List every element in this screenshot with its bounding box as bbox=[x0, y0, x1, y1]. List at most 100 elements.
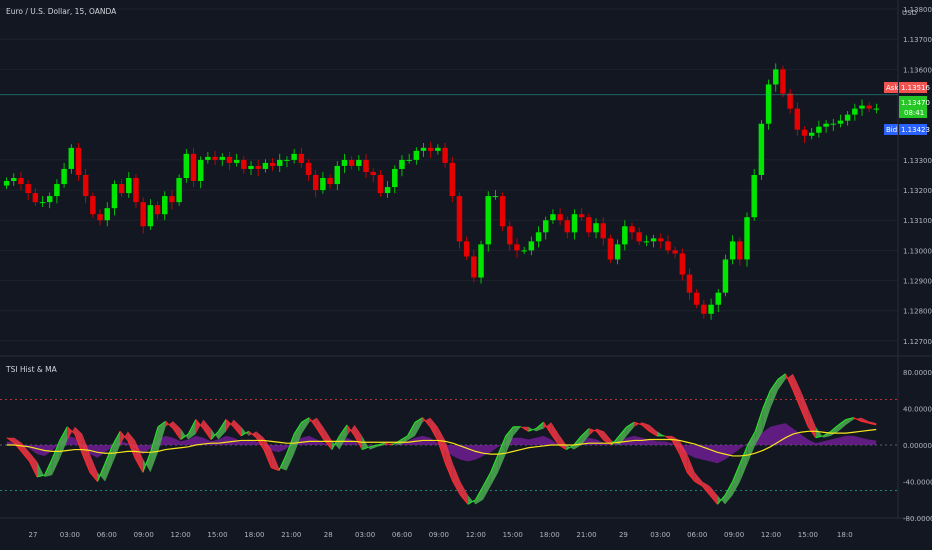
candle-body bbox=[46, 196, 53, 203]
candle-body bbox=[241, 159, 247, 169]
candle-body bbox=[3, 181, 10, 186]
candle-body bbox=[277, 159, 283, 166]
currency-label: USD bbox=[902, 9, 917, 17]
time-tick-label: 09:00 bbox=[429, 531, 449, 539]
candle-body bbox=[837, 120, 844, 124]
candle-body bbox=[384, 187, 391, 194]
candle-body bbox=[844, 114, 851, 121]
chart-canvas[interactable]: 1.138001.137001.136001.133001.132001.131… bbox=[0, 0, 932, 550]
time-tick-label: 12:00 bbox=[466, 531, 486, 539]
candle-body bbox=[751, 174, 757, 218]
candle-body bbox=[499, 196, 506, 227]
candle-body bbox=[557, 214, 563, 221]
candle-body bbox=[284, 159, 290, 161]
candle-body bbox=[514, 244, 520, 251]
candle-body bbox=[722, 259, 729, 293]
candle-body bbox=[197, 159, 204, 182]
indicator-title[interactable]: TSI Hist & MA bbox=[5, 365, 58, 374]
candle-body bbox=[75, 147, 82, 175]
time-tick-label: 06:00 bbox=[687, 531, 707, 539]
time-tick-label: 27 bbox=[29, 531, 38, 539]
time-tick-label: 18:0 bbox=[837, 531, 853, 539]
candle-body bbox=[226, 156, 233, 163]
price-tick-label: 1.13000 bbox=[903, 247, 932, 255]
price-tick-label: 1.13200 bbox=[903, 187, 932, 195]
time-tick-label: 28 bbox=[324, 531, 333, 539]
candle-body bbox=[593, 223, 599, 233]
candle-body bbox=[18, 178, 24, 185]
candle-body bbox=[61, 168, 67, 185]
candle-body bbox=[219, 156, 225, 160]
candle-body bbox=[600, 223, 606, 239]
candle-body bbox=[111, 184, 118, 209]
candle-body bbox=[305, 162, 312, 175]
time-tick-label: 03:00 bbox=[60, 531, 80, 539]
time-tick-label: 03:00 bbox=[355, 531, 375, 539]
candle-body bbox=[622, 226, 628, 245]
candle-body bbox=[816, 126, 822, 133]
indicator-tick-label: -40.00000 bbox=[903, 479, 932, 487]
candle-body bbox=[564, 220, 571, 233]
candle-body bbox=[744, 217, 750, 260]
candle-body bbox=[377, 174, 384, 194]
candle-body bbox=[823, 123, 829, 127]
time-tick-label: 09:00 bbox=[134, 531, 154, 539]
candle-body bbox=[485, 196, 491, 245]
candle-body bbox=[701, 304, 707, 314]
candle-body bbox=[54, 184, 60, 197]
time-tick-label: 18:00 bbox=[244, 531, 264, 539]
candle-body bbox=[528, 241, 535, 251]
candle-body bbox=[729, 241, 736, 260]
candle-body bbox=[262, 162, 269, 169]
price-tick-label: 1.12800 bbox=[903, 308, 932, 316]
candle-body bbox=[334, 165, 340, 185]
candle-body bbox=[140, 202, 146, 227]
candle-body bbox=[147, 205, 154, 227]
candle-body bbox=[643, 241, 650, 243]
candle-body bbox=[629, 226, 635, 233]
candle-body bbox=[11, 178, 17, 182]
candle-body bbox=[693, 292, 700, 305]
indicator-tick-label: 0.00000 bbox=[903, 442, 932, 450]
candle-body bbox=[255, 165, 261, 169]
candle-body bbox=[672, 250, 678, 254]
ask-value: 1.13516 bbox=[901, 84, 930, 92]
candle-body bbox=[808, 132, 815, 136]
price-tick-label: 1.13600 bbox=[903, 66, 932, 74]
time-tick-label: 15:00 bbox=[503, 531, 523, 539]
candle-body bbox=[765, 84, 772, 124]
candle-body bbox=[341, 159, 348, 166]
candle-body bbox=[679, 253, 686, 275]
candle-body bbox=[312, 174, 319, 191]
candle-body bbox=[708, 304, 714, 314]
candle-body bbox=[715, 292, 721, 305]
candle-body bbox=[873, 108, 880, 110]
candle-body bbox=[456, 196, 463, 242]
candle-body bbox=[320, 178, 326, 191]
candle-body bbox=[97, 214, 103, 221]
time-tick-label: 06:00 bbox=[97, 531, 117, 539]
candle-body bbox=[348, 159, 355, 166]
candle-body bbox=[578, 214, 585, 218]
candle-body bbox=[801, 129, 808, 136]
price-tick-label: 1.13700 bbox=[903, 36, 932, 44]
candle-body bbox=[392, 168, 398, 188]
candle-body bbox=[449, 162, 456, 197]
bid-label: Bid bbox=[886, 126, 897, 134]
candle-body bbox=[535, 232, 542, 242]
candle-body bbox=[571, 214, 578, 233]
candle-body bbox=[521, 250, 527, 252]
price-tick-label: 1.12700 bbox=[903, 338, 932, 346]
time-axis[interactable]: 27 03:00 06:00 09:00 12:00 15:00 18:00 21:00 28 0… bbox=[29, 531, 853, 539]
time-tick-label: 18:00 bbox=[540, 531, 560, 539]
candle-body bbox=[737, 241, 743, 260]
symbol-title[interactable]: Euro / U.S. Dollar, 15, OANDA bbox=[6, 7, 117, 16]
candle-body bbox=[356, 159, 362, 166]
candle-body bbox=[420, 147, 427, 151]
time-tick-label: 15:00 bbox=[798, 531, 818, 539]
candle-body bbox=[650, 238, 657, 242]
candle-body bbox=[435, 147, 441, 151]
candle-body bbox=[212, 156, 218, 160]
candle-body bbox=[82, 174, 89, 197]
candle-body bbox=[162, 196, 168, 215]
